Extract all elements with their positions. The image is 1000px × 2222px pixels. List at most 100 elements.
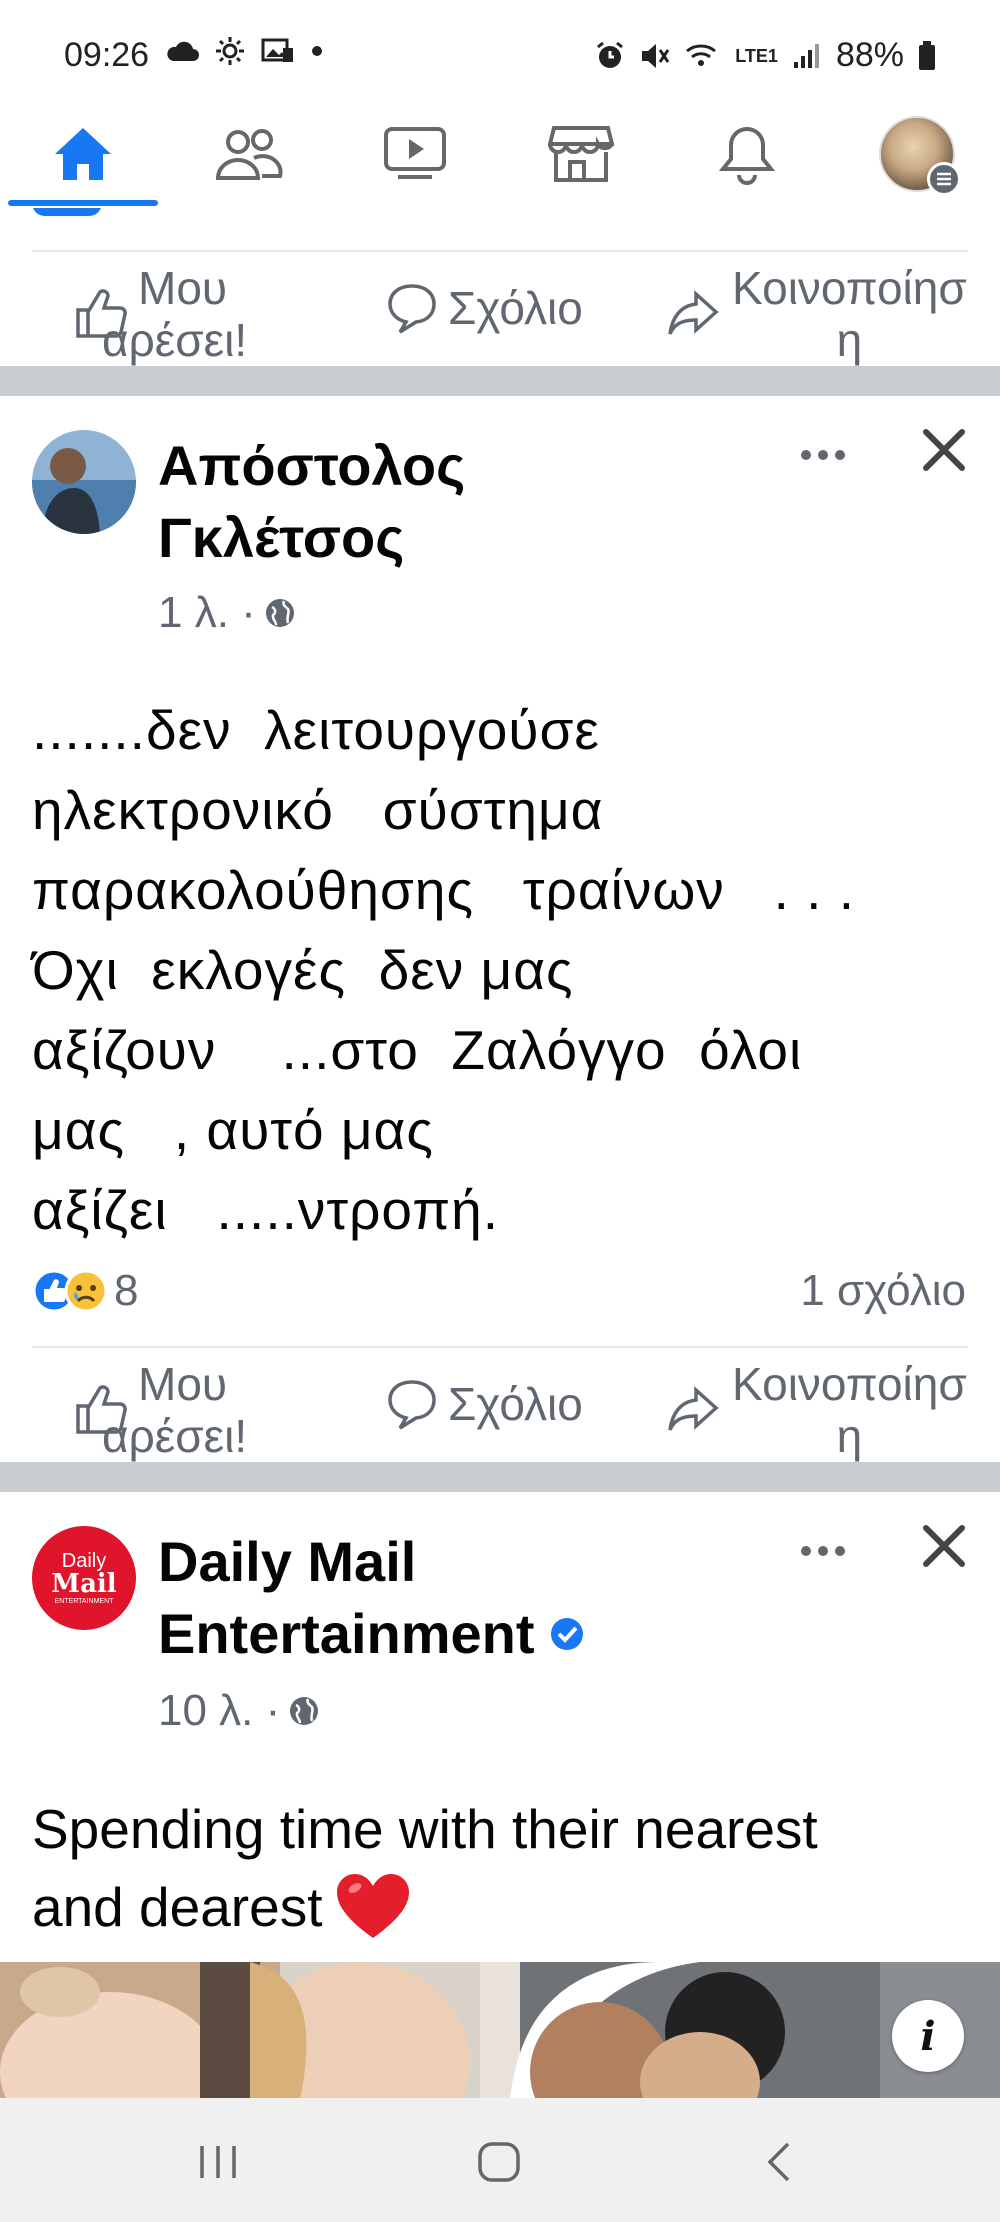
- back-icon: [767, 2142, 790, 2182]
- action-bar-post1: Μου αρέσει! Σχόλιο Κοινοποίησ η: [0, 1348, 1000, 1462]
- post-meta: 10 λ. ·: [158, 1686, 320, 1736]
- gallery-icon: [261, 38, 293, 62]
- sad-reaction-icon: [64, 1269, 108, 1313]
- post-separator: [0, 1462, 1000, 1492]
- sun-icon: [216, 37, 244, 65]
- share-label-line2: η: [836, 1410, 863, 1462]
- mute-icon: [642, 43, 670, 68]
- post-time: 10 λ. ·: [158, 1686, 281, 1735]
- more-icon: [801, 450, 845, 460]
- share-button[interactable]: Κοινοποίησ η: [666, 262, 967, 366]
- marketplace-icon: [548, 126, 614, 182]
- comment-icon: [388, 284, 436, 334]
- nav-notifications[interactable]: [664, 100, 830, 208]
- comment-label: Σχόλιο: [448, 1378, 583, 1430]
- network-type: LTE1: [735, 45, 778, 66]
- nav-home[interactable]: [0, 100, 166, 208]
- friends-icon: [215, 129, 283, 180]
- dot-icon: [312, 46, 322, 56]
- status-right: LTE1 88%: [595, 36, 936, 75]
- reactions-summary[interactable]: 8: [32, 1266, 138, 1316]
- author-photo: [32, 430, 136, 534]
- system-home-icon: [478, 2142, 520, 2182]
- more-icon: [801, 1546, 845, 1556]
- menu-badge-icon: [927, 162, 961, 196]
- share-button[interactable]: Κοινοποίησ η: [666, 1358, 967, 1462]
- post-body-text: Spending time with their nearest and dea…: [32, 1790, 818, 1946]
- post-text-line1: Spending time with their nearest: [32, 1798, 818, 1860]
- nav-watch[interactable]: [332, 100, 498, 208]
- status-bar: 09:26 LTE1 88%: [0, 0, 1000, 100]
- reaction-count: 8: [114, 1266, 139, 1315]
- cloud-icon: [167, 41, 199, 61]
- comment-button[interactable]: Σχόλιο: [386, 1378, 583, 1430]
- verified-badge-icon: [550, 1618, 583, 1650]
- like-label-line1: Μου: [138, 1358, 228, 1410]
- hide-post-button[interactable]: [922, 1524, 972, 1574]
- avatar: [879, 116, 961, 196]
- author-name[interactable]: Απόστολος Γκλέτσος: [158, 430, 465, 574]
- alarm-icon: [597, 41, 624, 68]
- comment-icon: [388, 1380, 436, 1430]
- author-avatar[interactable]: [32, 430, 136, 534]
- like-label-line1: Μου: [138, 262, 228, 314]
- recent-apps-button[interactable]: [196, 2142, 240, 2187]
- post-meta: 1 λ. ·: [158, 588, 296, 638]
- status-time: 09:26: [64, 36, 150, 74]
- status-left-icons: [165, 36, 323, 66]
- more-options-button[interactable]: [800, 426, 846, 471]
- page-name-line2: Entertainment: [158, 1602, 535, 1665]
- info-icon: i: [920, 2012, 936, 2060]
- post-text-line2: and dearest: [32, 1876, 323, 1938]
- previous-post-remnant: [0, 208, 1000, 220]
- close-icon: [923, 1525, 965, 1567]
- share-label-line1: Κοινοποίησ: [732, 262, 967, 314]
- more-options-button[interactable]: [800, 1522, 846, 1567]
- active-tab-indicator: [8, 200, 158, 206]
- author-name-line2: Γκλέτσος: [158, 506, 405, 569]
- action-bar-previous-post: Μου αρέσει! Σχόλιο Κοινοποίησ η: [0, 252, 1000, 366]
- home-icon: [55, 128, 111, 180]
- nav-marketplace[interactable]: [498, 100, 664, 208]
- wifi-icon: [686, 43, 717, 66]
- post-text-line2-wrap: and dearest: [32, 1868, 818, 1946]
- page-name[interactable]: Daily Mail Entertainment: [158, 1526, 585, 1670]
- red-heart-icon: [336, 1874, 409, 1938]
- info-button[interactable]: i: [892, 2000, 964, 2072]
- nav-profile[interactable]: [834, 100, 1000, 208]
- comment-label: Σχόλιο: [448, 282, 583, 334]
- system-nav-bar: [0, 2098, 1000, 2222]
- post-separator: [0, 366, 1000, 396]
- share-label-line2: η: [836, 314, 863, 366]
- hide-post-button[interactable]: [922, 428, 972, 478]
- share-icon: [668, 1386, 719, 1431]
- like-button[interactable]: Μου αρέσει!: [74, 262, 247, 366]
- share-label-line1: Κοινοποίησ: [732, 1358, 967, 1410]
- battery-icon: [919, 40, 935, 70]
- like-button[interactable]: Μου αρέσει!: [74, 1358, 247, 1462]
- post-time: 1 λ. ·: [158, 588, 256, 637]
- watch-icon: [384, 127, 446, 179]
- post-body-text: .......δεν λειτουργούσε ηλεκτρονικό σύστ…: [32, 699, 856, 1241]
- post-photo: [0, 1962, 1000, 2100]
- comments-count[interactable]: 1 σχόλιο: [800, 1266, 966, 1316]
- comment-button[interactable]: Σχόλιο: [386, 282, 583, 334]
- battery-percent: 88%: [835, 36, 904, 74]
- globe-icon: [265, 599, 294, 627]
- close-icon: [923, 429, 965, 471]
- post-image[interactable]: [0, 1962, 1000, 2100]
- logo-text-line1: Daily: [61, 1549, 107, 1572]
- signal-icon: [793, 43, 819, 68]
- bell-icon: [718, 126, 776, 185]
- nav-friends[interactable]: [166, 100, 332, 208]
- back-button[interactable]: [764, 2140, 794, 2189]
- page-name-line2-wrap: Entertainment: [158, 1598, 585, 1670]
- globe-icon: [290, 1697, 319, 1725]
- recent-apps-icon: [200, 2146, 236, 2178]
- logo-text-line3: ENTERTAINMENT: [54, 1597, 114, 1605]
- home-button[interactable]: [476, 2140, 522, 2189]
- like-label-line2: αρέσει!: [102, 1410, 248, 1462]
- like-label-line2: αρέσει!: [102, 314, 248, 366]
- page-logo[interactable]: Daily Mail ENTERTAINMENT: [32, 1526, 136, 1630]
- author-name-line1: Απόστολος: [158, 434, 466, 497]
